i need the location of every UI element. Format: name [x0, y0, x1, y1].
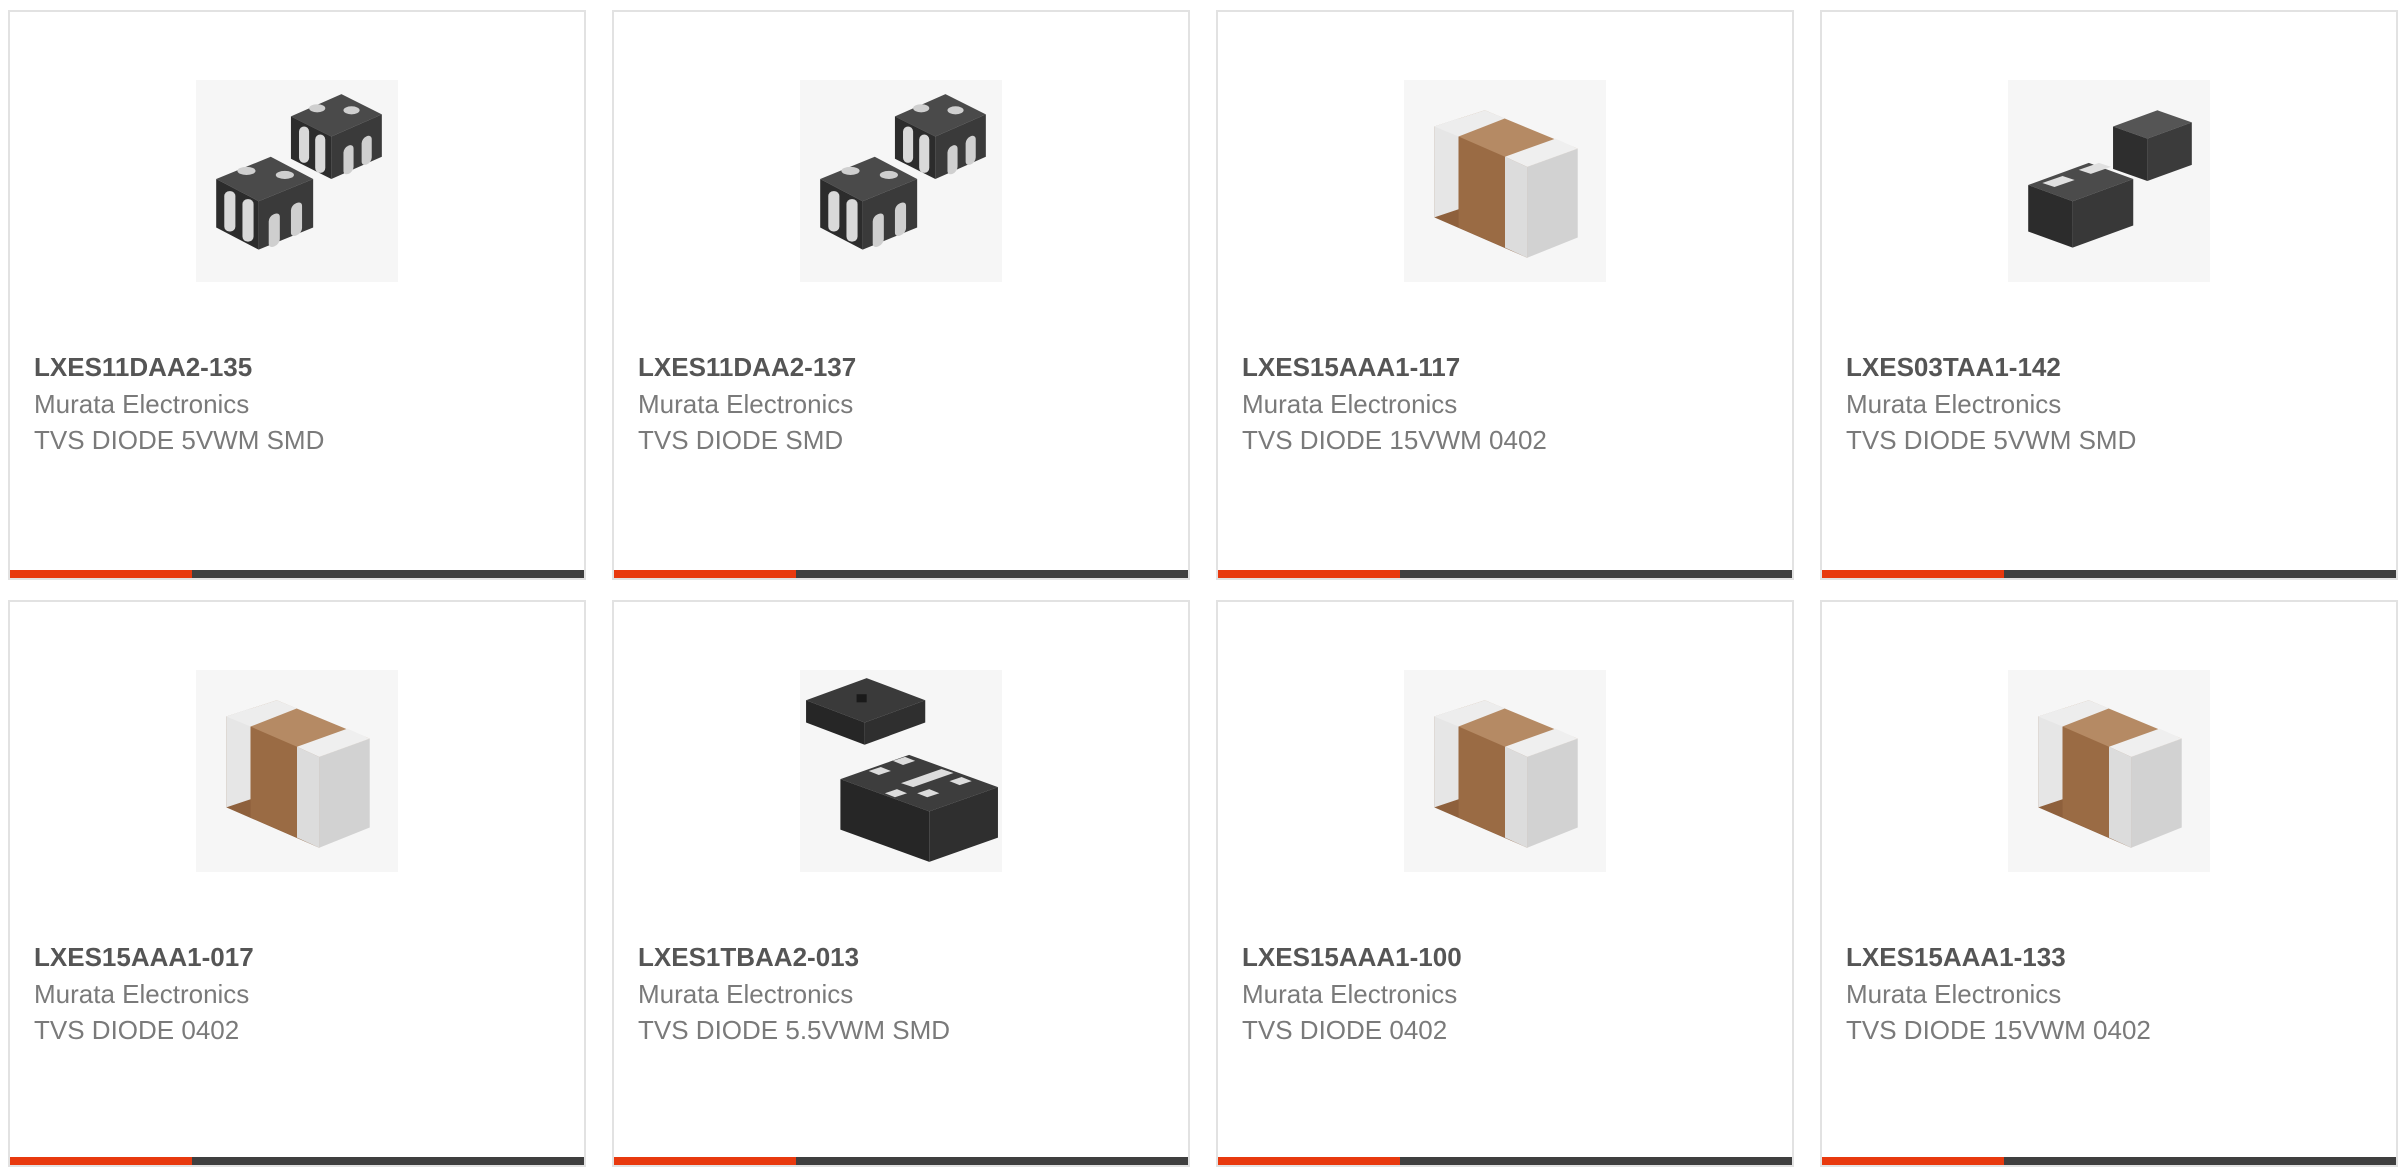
part-number-link[interactable]: LXES11DAA2-135 [34, 348, 560, 386]
card-bottom-bar [1822, 1157, 2396, 1165]
product-info: LXES15AAA1-100 Murata Electronics TVS DIOD… [1242, 938, 1768, 1048]
card-bar-accent [614, 1157, 796, 1165]
manufacturer-name: Murata Electronics [1846, 389, 2062, 419]
card-bottom-bar [10, 570, 584, 578]
ceramic-chip-0402-icon[interactable] [2008, 670, 2210, 872]
product-description: TVS DIODE SMD [638, 425, 844, 455]
card-bar-accent [1218, 1157, 1400, 1165]
part-number-link[interactable]: LXES11DAA2-137 [638, 348, 1164, 386]
part-number-link[interactable]: LXES03TAA1-142 [1846, 348, 2372, 386]
dark-smd-package-icon[interactable] [2008, 80, 2210, 282]
product-info: LXES11DAA2-135 Murata Electronics TVS DIOD… [34, 348, 560, 458]
product-description: TVS DIODE 5VWM SMD [1846, 425, 2137, 455]
card-bottom-bar [614, 1157, 1188, 1165]
card-bar-accent [1218, 570, 1400, 578]
product-info: LXES11DAA2-137 Murata Electronics TVS DIOD… [638, 348, 1164, 458]
product-description: TVS DIODE 0402 [34, 1015, 240, 1045]
card-bottom-bar [1218, 1157, 1792, 1165]
product-grid: LXES11DAA2-135 Murata Electronics TVS DIOD… [0, 0, 2400, 1167]
dual-chip-array-icon[interactable] [196, 80, 398, 282]
part-number-link[interactable]: LXES15AAA1-100 [1242, 938, 1768, 976]
product-description: TVS DIODE 5VWM SMD [34, 425, 325, 455]
dfn-package-icon[interactable] [800, 670, 1002, 872]
card-bar-accent [614, 570, 796, 578]
card-bottom-bar [10, 1157, 584, 1165]
product-info: LXES03TAA1-142 Murata Electronics TVS DIOD… [1846, 348, 2372, 458]
part-number-link[interactable]: LXES1TBAA2-013 [638, 938, 1164, 976]
part-number-link[interactable]: LXES15AAA1-117 [1242, 348, 1768, 386]
manufacturer-name: Murata Electronics [638, 979, 854, 1009]
product-card[interactable]: LXES15AAA1-017 Murata Electronics TVS DIOD… [8, 600, 586, 1167]
part-number-link[interactable]: LXES15AAA1-133 [1846, 938, 2372, 976]
product-card[interactable]: LXES11DAA2-137 Murata Electronics TVS DIOD… [612, 10, 1190, 580]
dual-chip-array-icon[interactable] [800, 80, 1002, 282]
product-card[interactable]: LXES03TAA1-142 Murata Electronics TVS DIOD… [1820, 10, 2398, 580]
card-bar-accent [10, 570, 192, 578]
ceramic-chip-0402-icon[interactable] [1404, 80, 1606, 282]
product-description: TVS DIODE 5.5VWM SMD [638, 1015, 951, 1045]
part-number-link[interactable]: LXES15AAA1-017 [34, 938, 560, 976]
product-info: LXES1TBAA2-013 Murata Electronics TVS DIOD… [638, 938, 1164, 1048]
product-card[interactable]: LXES11DAA2-135 Murata Electronics TVS DIOD… [8, 10, 586, 580]
product-info: LXES15AAA1-117 Murata Electronics TVS DIOD… [1242, 348, 1768, 458]
product-card[interactable]: LXES15AAA1-133 Murata Electronics TVS DIOD… [1820, 600, 2398, 1167]
manufacturer-name: Murata Electronics [34, 389, 250, 419]
ceramic-chip-0402-icon[interactable] [1404, 670, 1606, 872]
product-description: TVS DIODE 15VWM 0402 [1846, 1015, 2151, 1045]
product-info: LXES15AAA1-133 Murata Electronics TVS DIOD… [1846, 938, 2372, 1048]
ceramic-chip-0402-icon[interactable] [196, 670, 398, 872]
product-card[interactable]: LXES15AAA1-100 Murata Electronics TVS DIOD… [1216, 600, 1794, 1167]
card-bottom-bar [614, 570, 1188, 578]
product-description: TVS DIODE 15VWM 0402 [1242, 425, 1547, 455]
card-bar-accent [1822, 1157, 2004, 1165]
manufacturer-name: Murata Electronics [1242, 389, 1458, 419]
card-bottom-bar [1822, 570, 2396, 578]
product-card[interactable]: LXES1TBAA2-013 Murata Electronics TVS DIOD… [612, 600, 1190, 1167]
product-card[interactable]: LXES15AAA1-117 Murata Electronics TVS DIOD… [1216, 10, 1794, 580]
manufacturer-name: Murata Electronics [34, 979, 250, 1009]
product-description: TVS DIODE 0402 [1242, 1015, 1448, 1045]
card-bar-accent [1822, 570, 2004, 578]
manufacturer-name: Murata Electronics [1242, 979, 1458, 1009]
manufacturer-name: Murata Electronics [1846, 979, 2062, 1009]
card-bar-accent [10, 1157, 192, 1165]
product-info: LXES15AAA1-017 Murata Electronics TVS DIOD… [34, 938, 560, 1048]
card-bottom-bar [1218, 570, 1792, 578]
manufacturer-name: Murata Electronics [638, 389, 854, 419]
